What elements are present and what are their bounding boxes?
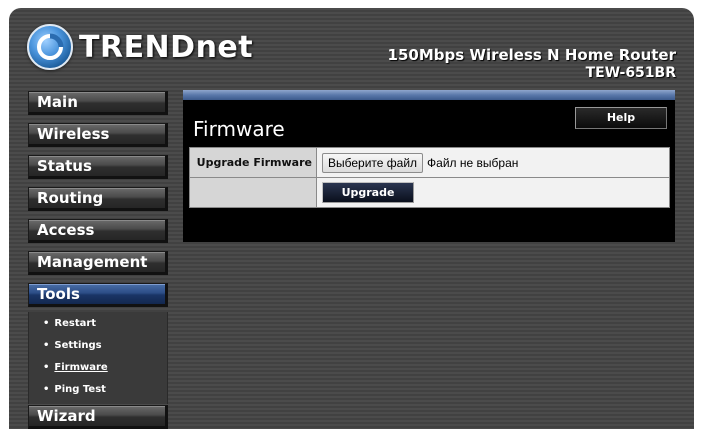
upgrade-button[interactable]: Upgrade [322, 182, 414, 203]
tools-submenu: • Restart • Settings • Firmware • Ping Test [28, 312, 168, 404]
product-info: 150Mbps Wireless N Home Router TEW-651BR [388, 46, 676, 82]
submenu-label: Settings [54, 340, 102, 351]
bullet-icon: • [43, 384, 50, 395]
empty-label-cell [189, 177, 317, 208]
sidebar-item-status[interactable]: Status [28, 155, 168, 179]
choose-file-button[interactable]: Выберите файл [322, 152, 424, 173]
help-button[interactable]: Help [575, 107, 667, 129]
brand-name: TRENDnet [79, 29, 254, 65]
sidebar-item-access[interactable]: Access [28, 219, 168, 243]
bullet-icon: • [43, 318, 50, 329]
sidebar-item-main[interactable]: Main [28, 91, 168, 115]
router-frame: TRENDnet 150Mbps Wireless N Home Router … [9, 8, 694, 429]
panel-header-bar [183, 90, 675, 100]
submenu-item-ping-test[interactable]: • Ping Test [43, 384, 106, 395]
firmware-form: Upgrade Firmware Выберите файл Файл не вы… [189, 147, 670, 208]
product-name: 150Mbps Wireless N Home Router [387, 46, 676, 64]
bullet-icon: • [43, 362, 50, 373]
sidebar-item-routing[interactable]: Routing [28, 187, 168, 211]
upgrade-action-row: Upgrade [189, 177, 670, 208]
submenu-label: Restart [54, 318, 97, 329]
file-status-text: Файл не выбран [427, 155, 519, 170]
upgrade-firmware-row: Upgrade Firmware Выберите файл Файл не вы… [189, 147, 670, 178]
sidebar-item-tools[interactable]: Tools [28, 283, 168, 307]
upgrade-button-cell: Upgrade [316, 177, 670, 208]
page-title: Firmware [193, 117, 285, 141]
submenu-label: Ping Test [54, 384, 106, 395]
product-model: TEW-651BR [585, 65, 676, 81]
firmware-panel: Firmware Help Upgrade Firmware Выберите … [183, 90, 675, 242]
sidebar-item-management[interactable]: Management [28, 251, 168, 275]
file-input-cell: Выберите файл Файл не выбран [316, 147, 670, 178]
bullet-icon: • [43, 340, 50, 351]
submenu-item-settings[interactable]: • Settings [43, 340, 102, 351]
sidebar-item-wireless[interactable]: Wireless [28, 123, 168, 147]
submenu-label: Firmware [54, 362, 108, 373]
upgrade-firmware-label: Upgrade Firmware [189, 147, 317, 178]
trendnet-logo-icon [27, 24, 73, 70]
submenu-item-restart[interactable]: • Restart [43, 318, 96, 329]
submenu-item-firmware[interactable]: • Firmware [43, 362, 108, 373]
sidebar-item-wizard[interactable]: Wizard [28, 405, 168, 429]
trendnet-logo: TRENDnet [27, 24, 253, 70]
